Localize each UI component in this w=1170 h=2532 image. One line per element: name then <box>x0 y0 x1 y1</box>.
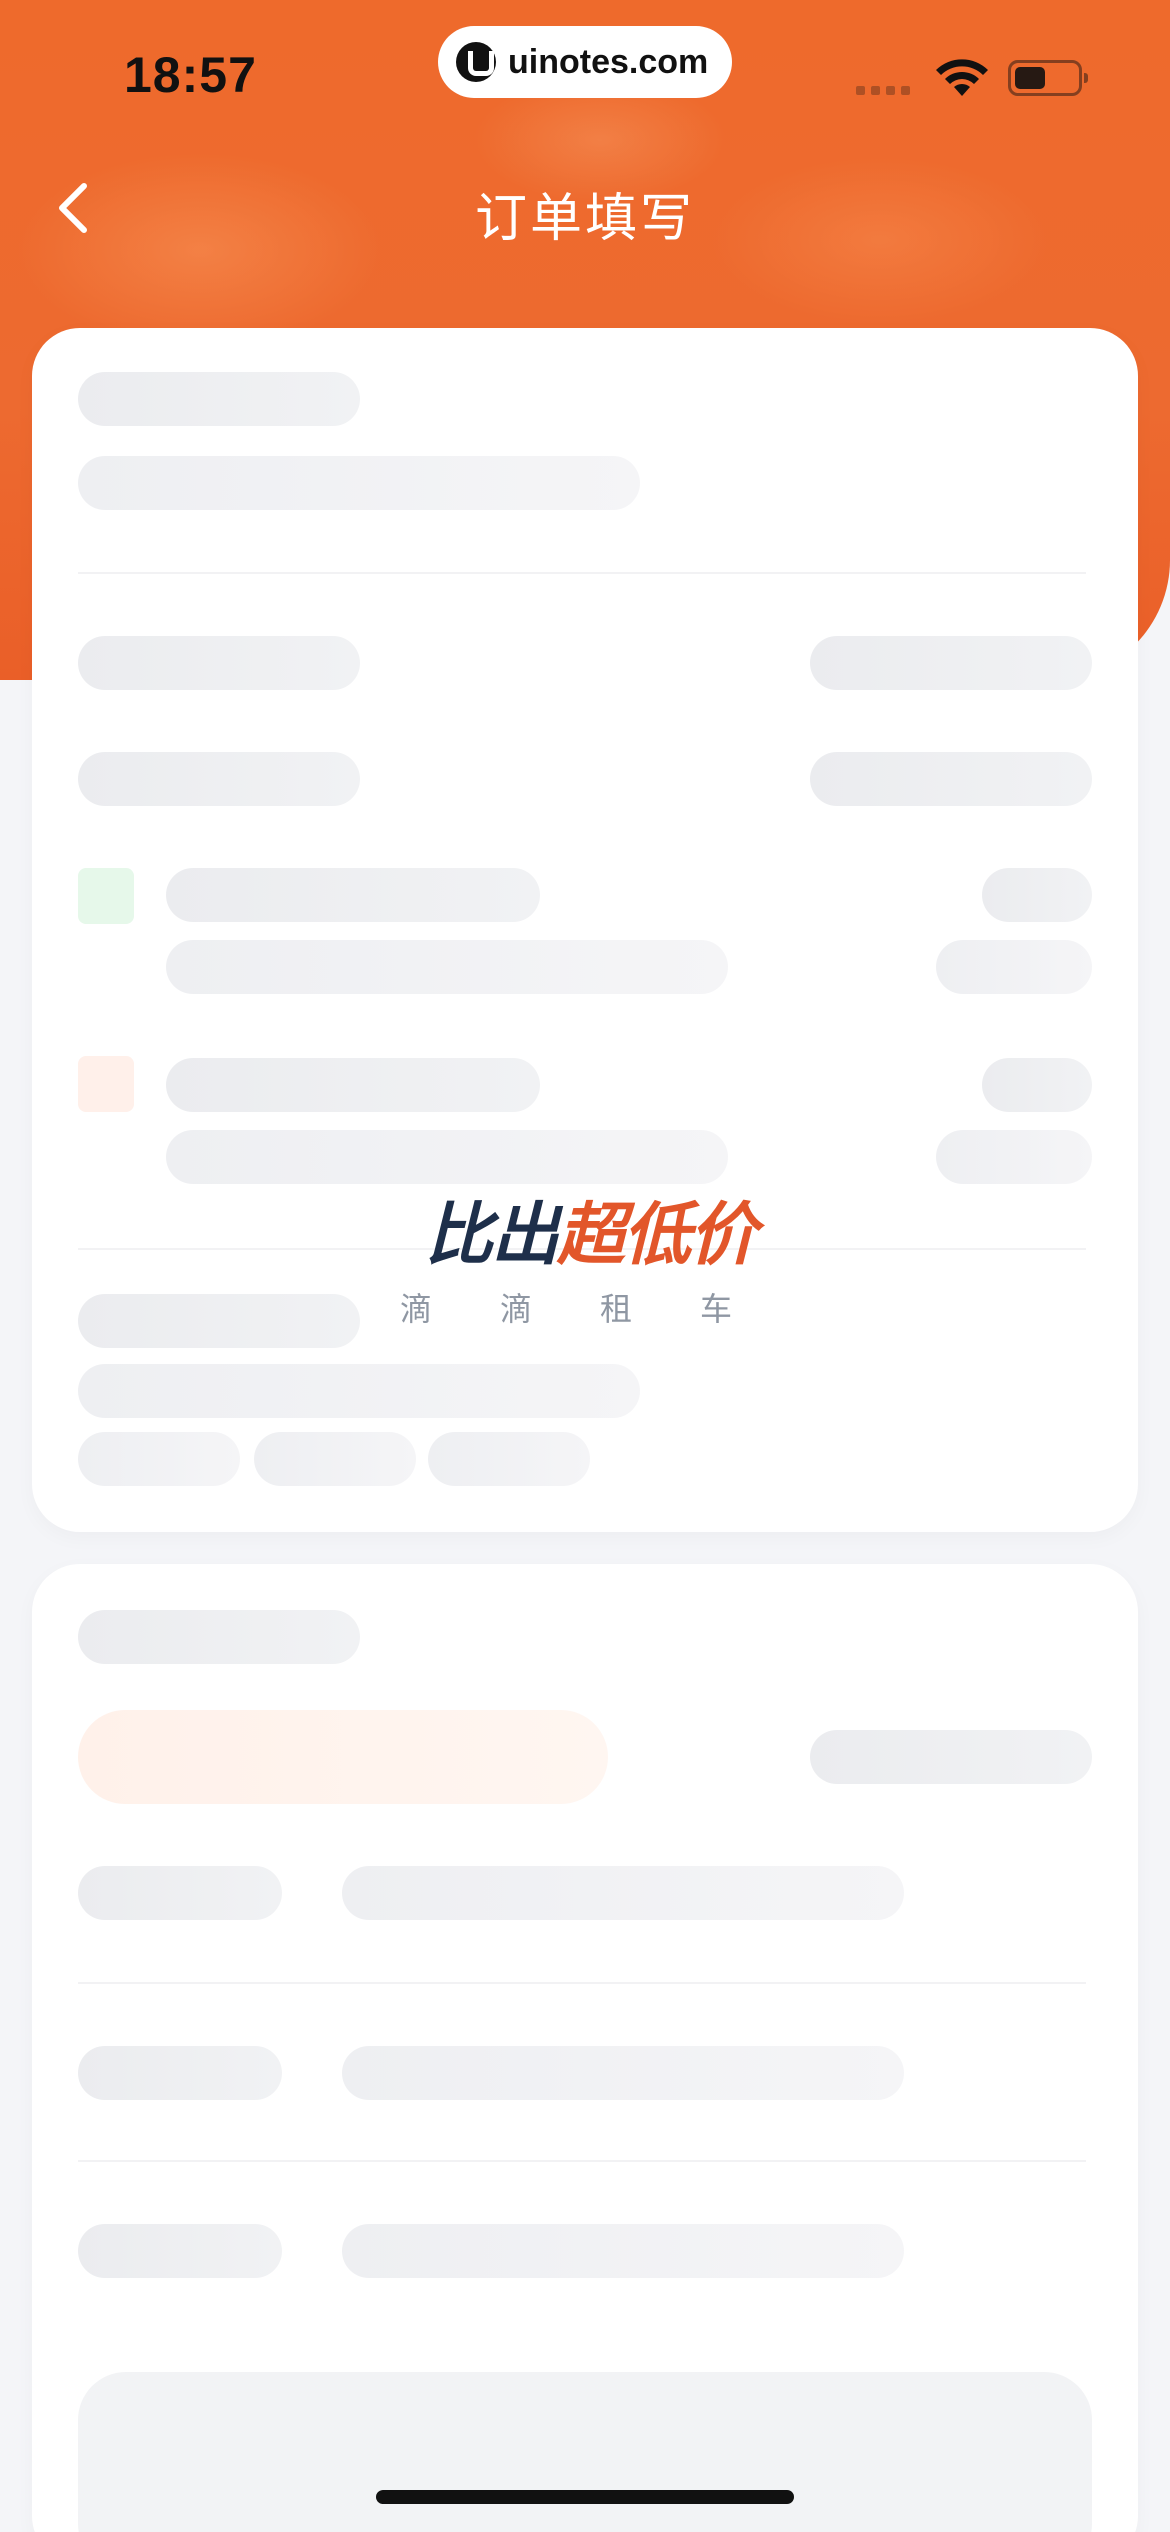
skeleton-line <box>166 1058 540 1112</box>
promo-subtitle: 滴滴租车 <box>400 1290 801 1328</box>
skeleton-line <box>78 1294 360 1348</box>
loading-promo: 比出超低价 滴滴租车 <box>380 1196 800 1346</box>
order-info-card <box>32 328 1138 1532</box>
skeleton-promo-pill <box>78 1710 608 1804</box>
skeleton-block <box>78 2372 1092 2532</box>
page-title: 订单填写 <box>474 189 695 249</box>
skeleton-line <box>78 752 360 806</box>
skeleton-line <box>810 1730 1092 1784</box>
skeleton-label <box>78 1866 282 1920</box>
skeleton-line <box>936 1130 1092 1184</box>
uinotes-logo-icon <box>456 42 496 82</box>
skeleton-line <box>78 1610 360 1664</box>
skeleton-line <box>78 456 640 510</box>
skeleton-line <box>936 940 1092 994</box>
skeleton-line <box>166 940 728 994</box>
skeleton-line <box>810 752 1092 806</box>
promo-title-part2: 超低价 <box>557 1196 757 1275</box>
home-indicator[interactable] <box>376 2490 794 2504</box>
skeleton-line <box>78 1364 640 1418</box>
skeleton-line <box>982 1058 1092 1112</box>
wifi-icon <box>936 59 988 96</box>
url-text: uinotes.com <box>508 42 709 81</box>
divider <box>78 572 1086 574</box>
skeleton-tag <box>78 1432 240 1486</box>
return-badge <box>78 1056 134 1112</box>
skeleton-line <box>982 868 1092 922</box>
signal-dots-icon <box>856 86 910 95</box>
status-time: 18:57 <box>124 47 257 103</box>
skeleton-label <box>78 2046 282 2100</box>
url-pill: uinotes.com <box>438 26 732 98</box>
skeleton-line <box>166 1130 728 1184</box>
divider <box>78 2160 1086 2162</box>
skeleton-line <box>78 372 360 426</box>
skeleton-tag <box>254 1432 416 1486</box>
skeleton-label <box>78 2224 282 2278</box>
rental-details-card <box>32 1564 1138 2532</box>
divider <box>78 1982 1086 1984</box>
promo-title: 比出超低价 <box>380 1196 800 1276</box>
skeleton-value <box>342 2224 904 2278</box>
skeleton-line <box>78 636 360 690</box>
skeleton-value <box>342 1866 904 1920</box>
pickup-badge <box>78 868 134 924</box>
promo-title-part1: 比出 <box>424 1196 559 1275</box>
skeleton-line <box>166 868 540 922</box>
skeleton-value <box>342 2046 904 2100</box>
battery-icon <box>1008 60 1088 96</box>
skeleton-line <box>810 636 1092 690</box>
skeleton-tag <box>428 1432 590 1486</box>
